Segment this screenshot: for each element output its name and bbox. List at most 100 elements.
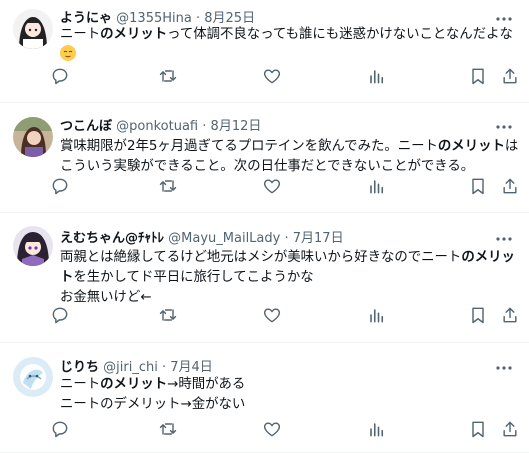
like-button[interactable]	[262, 176, 284, 198]
tweet-text: ニートのメリット→時間があるニートのデメリット→金がない	[60, 375, 519, 415]
views-icon	[366, 419, 388, 439]
tweet-actions	[50, 419, 525, 441]
tweet[interactable]: えむちゃん@ﾁｬﾄﾚ @Mayu_MailLady · 7月17日 両親とは絶縁し…	[0, 213, 529, 343]
user-handle[interactable]: @ponkotuafi	[116, 119, 198, 134]
share-icon	[500, 66, 522, 86]
highlighted-keyword: のメリット	[437, 139, 505, 154]
avatar[interactable]	[13, 357, 53, 397]
separator-dot: ·	[195, 11, 201, 26]
like-button[interactable]	[262, 419, 284, 441]
bookmark-button[interactable]	[468, 176, 490, 198]
tweet-actions	[50, 176, 525, 198]
views-icon	[366, 66, 388, 86]
display-name[interactable]: じりち	[60, 360, 99, 375]
avatar[interactable]	[13, 226, 53, 266]
text-segment: ニート	[60, 27, 101, 42]
display-name[interactable]: えむちゃん@ﾁｬﾄﾚ	[60, 231, 164, 246]
tweet-text-line: ニートのメリットって体調不良なっても誰にも迷惑かけないことなんだよな	[60, 25, 519, 45]
views-icon	[366, 176, 388, 196]
bookmark-button[interactable]	[468, 66, 490, 88]
tweet-feed: ようにゃ @1355Hina · 8月25日 ニートのメリットって体調不良なっても…	[0, 0, 529, 453]
bookmark-button[interactable]	[468, 305, 490, 327]
tweet-text-line: トを生かしてド平日に旅行してこようかな	[60, 268, 519, 288]
bookmark-button[interactable]	[468, 419, 490, 441]
tweet-header: つこんぼ @ponkotuafi · 8月12日	[60, 117, 261, 137]
share-button[interactable]	[500, 176, 522, 198]
bookmark-icon	[468, 305, 490, 325]
display-name[interactable]: ようにゃ	[60, 11, 112, 26]
like-icon	[262, 305, 284, 325]
tweet-date[interactable]: 7月4日	[170, 360, 213, 375]
views-icon	[366, 305, 388, 325]
tweet-text-line: 賞味期限が2年5ヶ月過ぎてるプロテインを飲んでみた。ニートのメリットは	[60, 137, 519, 157]
share-icon	[500, 176, 522, 196]
views-button[interactable]	[366, 66, 388, 88]
views-button[interactable]	[366, 305, 388, 327]
highlighted-keyword: のメリット	[100, 377, 168, 392]
tweet[interactable]: ようにゃ @1355Hina · 8月25日 ニートのメリットって体調不良なっても…	[0, 0, 529, 103]
tweet-date[interactable]: 8月25日	[204, 11, 255, 26]
bookmark-icon	[468, 176, 490, 196]
tweet-date[interactable]: 7月17日	[293, 231, 344, 246]
highlighted-keyword: のメリッ	[461, 250, 515, 265]
user-handle[interactable]: @jiri_chi	[103, 360, 158, 375]
avatar[interactable]	[13, 9, 53, 49]
retweet-icon	[158, 66, 180, 86]
reply-button[interactable]	[50, 419, 72, 441]
tweet-text-line: 両親とは絶縁してるけど地元はメシが美味いから好きなのでニートのメリッ	[60, 248, 519, 268]
tweet-text: 賞味期限が2年5ヶ月過ぎてるプロテインを飲んでみた。ニートのメリットはこういう実…	[60, 137, 519, 177]
text-segment: 賞味期限が2年5ヶ月過ぎてるプロテインを飲んでみた。ニート	[60, 139, 438, 154]
avatar[interactable]	[13, 117, 53, 157]
reply-button[interactable]	[50, 305, 72, 327]
user-handle[interactable]: @Mayu_MailLady	[168, 231, 280, 246]
text-segment: って体調不良なっても誰にも迷惑かけないことなんだよな	[167, 27, 513, 42]
reply-button[interactable]	[50, 66, 72, 88]
share-button[interactable]	[500, 66, 522, 88]
tweet-text-line: ニートのメリット→時間がある	[60, 375, 519, 395]
text-segment: こういう実験ができること。次の日仕事だとできないことができる。	[60, 159, 475, 174]
tweet-text: ニートのメリットって体調不良なっても誰にも迷惑かけないことなんだよな	[60, 25, 519, 65]
tweet-text-line: こういう実験ができること。次の日仕事だとできないことができる。	[60, 157, 519, 177]
text-segment: →時間がある	[167, 377, 246, 392]
reply-icon	[50, 419, 72, 439]
user-handle[interactable]: @1355Hina	[116, 11, 192, 26]
display-name[interactable]: つこんぼ	[60, 119, 112, 134]
views-button[interactable]	[366, 176, 388, 198]
text-segment: ニートのデメリット→金がない	[60, 397, 246, 412]
tweet-date[interactable]: 8月12日	[211, 119, 262, 134]
reply-icon	[50, 305, 72, 325]
tweet[interactable]: つこんぼ @ponkotuafi · 8月12日 賞味期限が2年5ヶ月過ぎてるプロ…	[0, 103, 529, 213]
like-icon	[262, 419, 284, 439]
tweet-text-line: ニートのデメリット→金がない	[60, 395, 519, 415]
retweet-button[interactable]	[158, 419, 180, 441]
more-icon[interactable]	[493, 119, 515, 139]
text-segment: 両親とは絶縁してるけど地元はメシが美味いから好きなのでニート	[60, 250, 462, 265]
separator-dot: ·	[161, 360, 167, 375]
tweet-text: 両親とは絶縁してるけど地元はメシが美味いから好きなのでニートのメリッ トを生かして…	[60, 248, 519, 308]
share-button[interactable]	[500, 419, 522, 441]
retweet-button[interactable]	[158, 176, 180, 198]
share-icon	[500, 305, 522, 325]
highlighted-keyword: のメリット	[100, 27, 168, 42]
text-segment: は	[504, 139, 519, 154]
text-segment: ニート	[60, 377, 101, 392]
share-button[interactable]	[500, 305, 522, 327]
retweet-button[interactable]	[158, 66, 180, 88]
views-button[interactable]	[366, 419, 388, 441]
tweet-header: えむちゃん@ﾁｬﾄﾚ @Mayu_MailLady · 7月17日	[60, 229, 344, 249]
relieved-face-emoji	[60, 45, 76, 61]
like-icon	[262, 176, 284, 196]
bookmark-icon	[468, 419, 490, 439]
text-segment: を生かしてド平日に旅行してこようかな	[73, 270, 314, 285]
tweet-actions	[50, 66, 525, 88]
tweet[interactable]: じりち @jiri_chi · 7月4日 ニートのメリット→時間がある ニートのデメ…	[0, 343, 529, 453]
retweet-button[interactable]	[158, 305, 180, 327]
reply-button[interactable]	[50, 176, 72, 198]
retweet-icon	[158, 305, 180, 325]
like-button[interactable]	[262, 66, 284, 88]
reply-icon	[50, 66, 72, 86]
share-icon	[500, 419, 522, 439]
like-button[interactable]	[262, 305, 284, 327]
separator-dot: ·	[202, 119, 207, 134]
bookmark-icon	[468, 66, 490, 86]
